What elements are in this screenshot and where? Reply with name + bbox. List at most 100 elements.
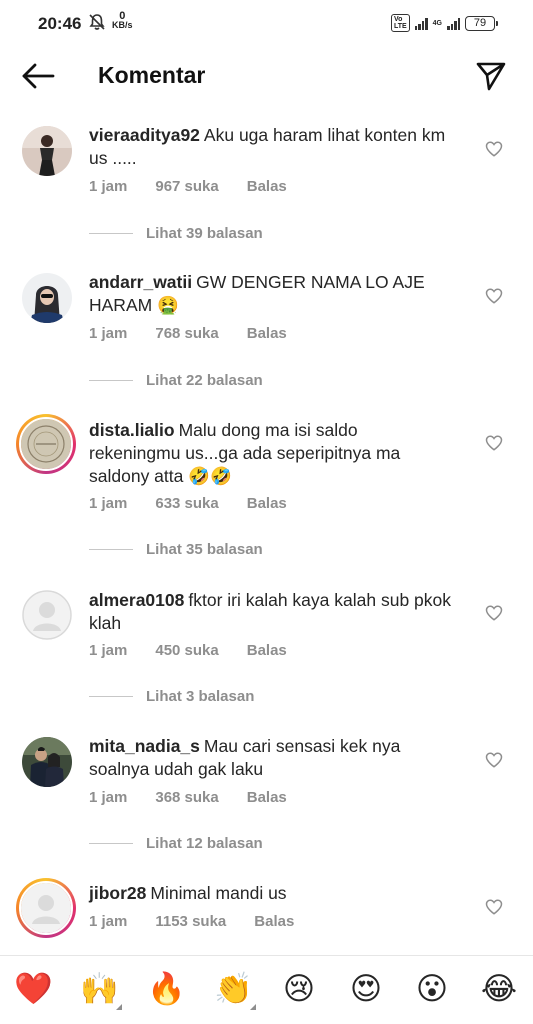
reply-button[interactable]: Balas xyxy=(247,495,287,512)
emoji-red-heart[interactable]: ❤️ xyxy=(14,970,53,1008)
view-replies-button[interactable]: Lihat 35 balasan xyxy=(89,541,263,558)
view-replies-label: Lihat 35 balasan xyxy=(146,541,263,558)
avatar[interactable] xyxy=(16,878,76,938)
header: Komentar xyxy=(0,48,533,104)
comment-username[interactable]: andarr_watii xyxy=(89,272,192,292)
avatar[interactable] xyxy=(22,737,72,787)
view-replies-label: Lihat 22 balasan xyxy=(146,372,263,389)
emoji-quick-reactions: ❤️ 🙌 🔥 👏 😢 😍 😮 😂 xyxy=(0,955,533,1024)
heart-icon[interactable] xyxy=(485,898,503,916)
back-button[interactable] xyxy=(20,61,56,91)
avatar[interactable] xyxy=(22,273,72,323)
avatar[interactable] xyxy=(22,590,72,640)
comment-item: almera0108 fktor iri kalah kaya kalah sub… xyxy=(0,584,533,705)
replies-divider xyxy=(89,696,133,697)
heart-icon[interactable] xyxy=(485,287,503,305)
arrow-left-icon xyxy=(22,63,55,89)
network-type: 4G xyxy=(432,19,442,27)
reply-button[interactable]: Balas xyxy=(247,642,287,659)
comment-likes[interactable]: 450 suka xyxy=(155,642,218,659)
comment-meta: 1 jam 633 suka Balas xyxy=(89,495,315,512)
emoji-crying-face[interactable]: 😢 xyxy=(280,970,318,1008)
view-replies-button[interactable]: Lihat 39 balasan xyxy=(89,225,263,242)
comment-likes[interactable]: 368 suka xyxy=(155,789,218,806)
comment-username[interactable]: mita_nadia_s xyxy=(89,736,200,756)
heart-icon[interactable] xyxy=(485,140,503,158)
signal-icon-2 xyxy=(447,17,460,30)
emoji-open-mouth[interactable]: 😮 xyxy=(413,970,451,1008)
comment-item: mita_nadia_s Mau cari sensasi kek nya soa… xyxy=(0,731,533,852)
avatar-image xyxy=(19,417,73,471)
skin-tone-indicator xyxy=(250,1004,256,1010)
emoji-tears-of-joy[interactable]: 😂 xyxy=(480,970,518,1008)
comment-username[interactable]: almera0108 xyxy=(89,590,184,610)
view-replies-button[interactable]: Lihat 3 balasan xyxy=(89,688,254,705)
comment-time: 1 jam xyxy=(89,913,128,930)
comment-meta: 1 jam 967 suka Balas xyxy=(89,178,315,195)
view-replies-button[interactable]: Lihat 22 balasan xyxy=(89,372,263,389)
status-bar: 20:46 0 KB/s Vo LTE 4G 79 xyxy=(0,0,533,46)
comment-time: 1 jam xyxy=(89,495,128,512)
comment-item: jibor28 Minimal mandi us 1 jam 1153 suka … xyxy=(0,878,533,954)
avatar[interactable] xyxy=(16,414,76,474)
avatar-image xyxy=(19,881,73,935)
emoji-raising-hands[interactable]: 🙌 xyxy=(80,970,122,1010)
bell-off-icon xyxy=(88,13,106,36)
replies-divider xyxy=(89,380,133,381)
comment-meta: 1 jam 1153 suka Balas xyxy=(89,913,322,930)
replies-divider xyxy=(89,843,133,844)
comment-username[interactable]: jibor28 xyxy=(89,883,146,903)
view-replies-label: Lihat 39 balasan xyxy=(146,225,263,242)
view-replies-button[interactable]: Lihat 12 balasan xyxy=(89,835,263,852)
default-avatar-icon xyxy=(22,590,72,640)
comment-likes[interactable]: 1153 suka xyxy=(155,913,226,930)
comment-time: 1 jam xyxy=(89,178,128,195)
comment-time: 1 jam xyxy=(89,642,128,659)
emoji-glyph: 👏 xyxy=(214,971,253,1007)
status-indicators: Vo LTE 4G 79 xyxy=(390,14,498,32)
emoji-fire[interactable]: 🔥 xyxy=(147,970,186,1008)
page-title: Komentar xyxy=(98,62,206,88)
heart-icon[interactable] xyxy=(485,604,503,622)
avatar[interactable] xyxy=(22,126,72,176)
reply-button[interactable]: Balas xyxy=(247,325,287,342)
speed-unit: KB/s xyxy=(112,20,133,30)
heart-icon[interactable] xyxy=(485,434,503,452)
heart-icon[interactable] xyxy=(485,751,503,769)
signal-icon xyxy=(414,17,428,30)
comment-text: dista.lialio Malu dong ma isi saldo reken… xyxy=(89,419,453,488)
comment-meta: 1 jam 450 suka Balas xyxy=(89,642,315,659)
default-avatar-icon xyxy=(21,883,71,933)
comment-text: mita_nadia_s Mau cari sensasi kek nya soa… xyxy=(89,735,453,781)
send-button[interactable] xyxy=(475,60,507,92)
send-icon xyxy=(476,62,506,91)
comment-likes[interactable]: 967 suka xyxy=(155,178,218,195)
comment-item: vieraaditya92 Aku uga haram lihat konten … xyxy=(0,120,533,242)
emoji-clapping-hands[interactable]: 👏 xyxy=(214,970,256,1010)
comment-username[interactable]: vieraaditya92 xyxy=(89,125,200,145)
status-time: 20:46 xyxy=(38,14,82,33)
comment-likes[interactable]: 633 suka xyxy=(155,495,218,512)
comment-text: almera0108 fktor iri kalah kaya kalah sub… xyxy=(89,589,453,635)
replies-divider xyxy=(89,549,133,550)
comment-text: andarr_watii GW DENGER NAMA LO AJE HARAM … xyxy=(89,271,453,317)
comment-meta: 1 jam 768 suka Balas xyxy=(89,325,315,342)
skin-tone-indicator xyxy=(116,1004,122,1010)
view-replies-label: Lihat 3 balasan xyxy=(146,688,255,705)
comment-likes[interactable]: 768 suka xyxy=(155,325,218,342)
battery-icon: 79 xyxy=(465,15,498,31)
view-replies-label: Lihat 12 balasan xyxy=(146,835,263,852)
comment-text: jibor28 Minimal mandi us xyxy=(89,882,453,905)
emoji-heart-eyes[interactable]: 😍 xyxy=(347,970,385,1008)
comment-item: dista.lialio Malu dong ma isi saldo reken… xyxy=(0,414,533,564)
emoji-glyph: 🙌 xyxy=(80,971,119,1007)
comment-username[interactable]: dista.lialio xyxy=(89,420,175,440)
comment-body: Minimal mandi us xyxy=(150,883,287,903)
comment-meta: 1 jam 368 suka Balas xyxy=(89,789,315,806)
comment-time: 1 jam xyxy=(89,325,128,342)
comment-text: vieraaditya92 Aku uga haram lihat konten … xyxy=(89,124,453,170)
reply-button[interactable]: Balas xyxy=(247,789,287,806)
comment-time: 1 jam xyxy=(89,789,128,806)
reply-button[interactable]: Balas xyxy=(254,913,294,930)
reply-button[interactable]: Balas xyxy=(247,178,287,195)
